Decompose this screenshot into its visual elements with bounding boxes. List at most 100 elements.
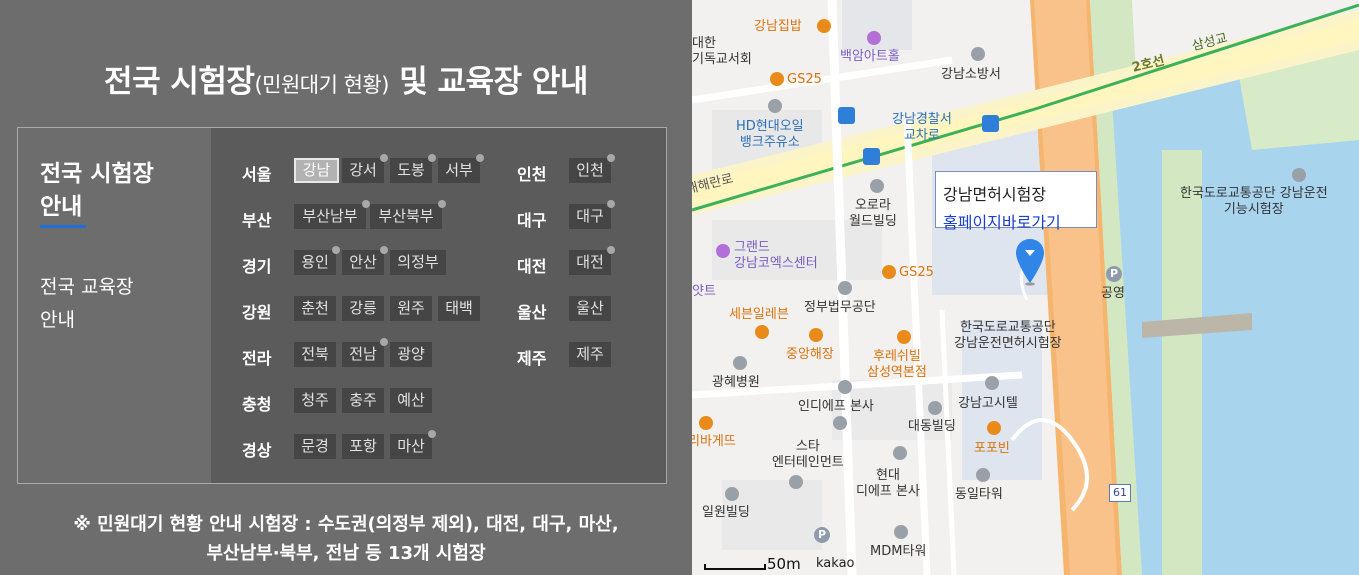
fire-station-icon: [971, 47, 985, 61]
map-label-gangnam-jipbap[interactable]: 강남집밥: [754, 19, 802, 35]
site-chip-label: 인천: [576, 161, 604, 179]
bus-stop-icon[interactable]: [863, 148, 880, 165]
region-label-incheon: 인천: [517, 165, 547, 184]
site-chip-jeonnam[interactable]: 전남: [342, 338, 388, 367]
building-icon: [838, 281, 852, 295]
region-label-gyeonggi: 경기: [242, 257, 272, 276]
site-chip-yesan[interactable]: 예산: [390, 388, 432, 413]
road-number-badge: 61: [1109, 484, 1131, 502]
map-label-traffic-skill[interactable]: 한국도로교통공단 강남운전 기능시험장: [1180, 186, 1328, 218]
bus-stop-icon[interactable]: [982, 115, 999, 132]
site-selector-box: 전국 시험장 안내 전국 교육장 안내 서울 강남 강서 도봉 서부 부산 부산…: [17, 127, 667, 484]
scale-label: 50m: [767, 555, 801, 573]
site-chip-taebaek[interactable]: 태백: [438, 296, 480, 321]
site-chip-mungyeong[interactable]: 문경: [294, 434, 336, 459]
site-chip-daejeon[interactable]: 대전: [569, 246, 615, 275]
map-label-yat: 얏트: [692, 284, 716, 299]
location-marker-icon[interactable]: [1014, 238, 1046, 286]
map-label-grand[interactable]: 그랜드 강남코엑스센터: [734, 240, 818, 272]
site-chip-gangneung[interactable]: 강릉: [342, 296, 384, 321]
map-label-ilwon[interactable]: 일원빌딩: [702, 505, 750, 521]
map-label-paris[interactable]: 리바게뜨: [692, 434, 736, 450]
site-chip-label: 마산: [397, 437, 425, 455]
homepage-link[interactable]: 홈페이지바로가기: [943, 209, 1061, 233]
site-chip-pohang[interactable]: 포항: [342, 434, 384, 459]
site-chip-busan-bukbu[interactable]: 부산북부: [370, 200, 446, 229]
site-chip-ansan[interactable]: 안산: [342, 246, 388, 275]
site-chip-gwangyang[interactable]: 광양: [390, 342, 432, 367]
building-icon: [928, 401, 942, 415]
building-icon: [1292, 168, 1306, 182]
map-label-seven[interactable]: 세븐일레븐: [729, 307, 789, 323]
bus-stop-icon[interactable]: [838, 107, 855, 124]
map-label-dongil[interactable]: 동일타워: [955, 487, 1003, 503]
title-part-a: 전국 시험장: [104, 64, 255, 100]
site-chip-wonju[interactable]: 원주: [390, 296, 432, 321]
site-chip-label: 부산남부: [302, 207, 358, 225]
parking-icon: P: [1106, 266, 1122, 282]
tab-edu-sites[interactable]: 전국 교육장 안내: [40, 271, 133, 337]
map-label-star[interactable]: 스타 엔터테인먼트: [772, 439, 844, 471]
tab-edu-sites-line2: 안내: [40, 309, 75, 331]
map-label-gs25-b[interactable]: GS25: [899, 265, 934, 281]
map-label-hurei[interactable]: 후레쉬빌 삼성역본점: [867, 349, 927, 381]
site-chip-yongin[interactable]: 용인: [294, 246, 340, 275]
status-dot: [380, 338, 388, 346]
exam-site-panel: 전국 시험장(민원대기 현황) 및 교육장 안내 전국 시험장 안내 전국 교육…: [0, 0, 692, 575]
site-chip-daegu[interactable]: 대구: [569, 200, 615, 229]
site-chip-label: 부산북부: [378, 207, 434, 225]
building-icon: [894, 525, 908, 539]
site-chip-gangnam[interactable]: 강남: [294, 158, 339, 183]
site-chip-gangseo[interactable]: 강서: [342, 154, 388, 183]
tab-exam-sites-label: 전국 시험장 안내: [40, 161, 154, 220]
site-chip-dobong[interactable]: 도봉: [390, 154, 436, 183]
map-label-fire-station[interactable]: 강남소방서: [941, 67, 1001, 83]
status-dot: [380, 246, 388, 254]
map-label-hyundai[interactable]: 현대 디에프 본사: [856, 468, 920, 500]
map-label-law[interactable]: 정부법무공단: [804, 300, 876, 316]
map-view[interactable]: 강남집밥 백암아트홀 대한 기독교서회 강남소방서 GS25 HD현대오일 뱅크…: [692, 0, 1359, 575]
map-label-hospital[interactable]: 광혜병원: [712, 375, 760, 391]
map-label-gangnam-gosi[interactable]: 강남고시텔: [958, 396, 1018, 412]
map-label-baekam[interactable]: 백암아트홀: [840, 49, 900, 65]
convenience-store-icon: [770, 72, 784, 86]
site-chip-ulsan[interactable]: 울산: [569, 296, 611, 321]
map-label-mdm[interactable]: MDM타워: [870, 544, 926, 560]
map-label-police-crossing[interactable]: 강남경찰서 교차로: [892, 112, 952, 144]
site-chip-chungju[interactable]: 충주: [342, 388, 384, 413]
site-chip-masan[interactable]: 마산: [390, 430, 436, 459]
map-label-traffic-exam[interactable]: 한국도로교통공단 강남운전면허시험장: [954, 320, 1062, 352]
parking-icon: P: [814, 527, 830, 543]
site-chip-incheon[interactable]: 인천: [569, 154, 615, 183]
bakery-icon: [699, 416, 713, 430]
site-chip-cheongju[interactable]: 청주: [294, 388, 336, 413]
site-chip-busan-nambu[interactable]: 부산남부: [294, 200, 370, 229]
map-label-popobin[interactable]: 포포빈: [974, 441, 1010, 457]
map-label-jungang[interactable]: 중앙해장: [786, 347, 834, 363]
map-label-gs25-a[interactable]: GS25: [787, 72, 822, 88]
theater-icon: [867, 31, 881, 45]
map-label-indi[interactable]: 인디에프 본사: [798, 399, 874, 415]
map-label-gongyeong[interactable]: 공영: [1101, 286, 1125, 302]
map-info-window: 강남면허시험장 홈페이지바로가기: [935, 171, 1097, 232]
status-dot: [332, 246, 340, 254]
status-dot: [476, 154, 484, 162]
region-label-seoul: 서울: [242, 165, 272, 184]
site-chip-jeonbuk[interactable]: 전북: [294, 342, 336, 367]
map-label-hd-oil[interactable]: HD현대오일 뱅크주유소: [736, 119, 804, 151]
site-chip-seobu[interactable]: 서부: [438, 154, 484, 183]
tab-exam-sites[interactable]: 전국 시험장 안내: [40, 158, 170, 228]
map-label-orora[interactable]: 오로라 월드빌딩: [849, 198, 897, 230]
notice-line-1: ※ 민원대기 현황 안내 시험장 : 수도권(의정부 제외), 대전, 대구, …: [73, 514, 619, 535]
site-chip-chuncheon[interactable]: 춘천: [294, 296, 336, 321]
music-icon: [789, 475, 803, 489]
building-icon: [870, 179, 884, 193]
map-label-daedong[interactable]: 대동빌딩: [908, 419, 956, 435]
site-chip-uijeongbu[interactable]: 의정부: [390, 250, 446, 275]
site-chip-jeju[interactable]: 제주: [569, 342, 611, 367]
status-dot: [380, 154, 388, 162]
map-label-church[interactable]: 대한 기독교서회: [692, 36, 752, 68]
cafe-icon: [987, 421, 1001, 435]
status-dot: [438, 200, 446, 208]
status-dot: [607, 246, 615, 254]
